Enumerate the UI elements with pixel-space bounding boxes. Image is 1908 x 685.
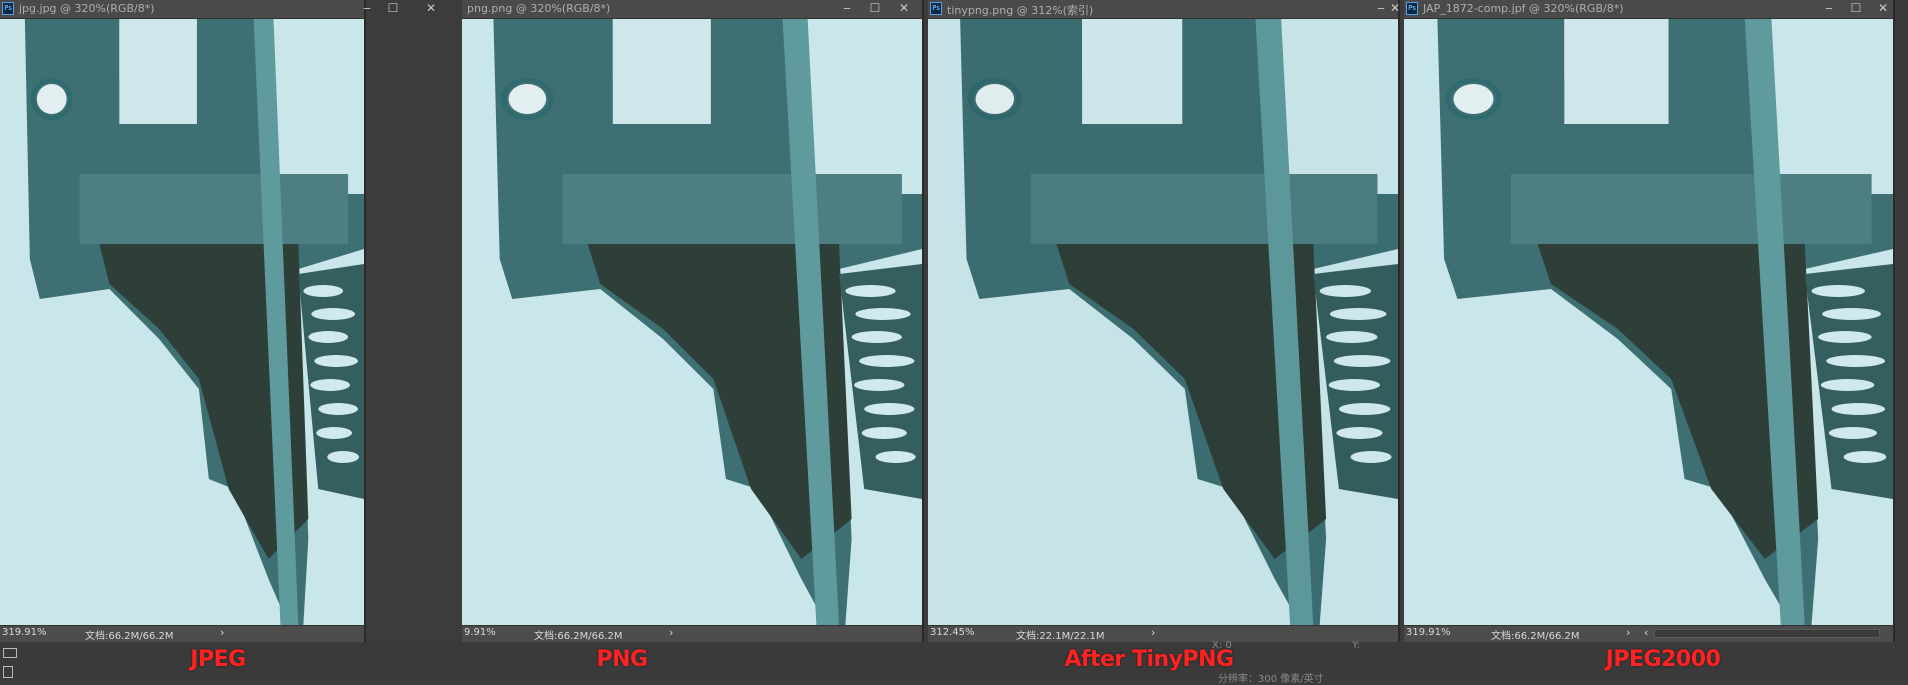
document-size: 文档:66.2M/66.2M <box>534 631 623 642</box>
document-window-tinypng[interactable]: Ps tinypng.png @ 312%(索引) ‒ ✕ 312.45% 文档… <box>928 0 1400 642</box>
zoom-level[interactable]: 319.91% <box>2 627 47 638</box>
scroll-left-arrow[interactable]: ‹ <box>1644 626 1648 639</box>
status-menu-arrow[interactable]: › <box>1626 626 1630 639</box>
status-menu-arrow[interactable]: › <box>1151 626 1155 639</box>
minimize-button[interactable]: ‒ <box>1817 0 1841 18</box>
close-button[interactable]: ✕ <box>1871 0 1895 18</box>
zoom-level[interactable]: 319.91% <box>1406 627 1451 638</box>
status-menu-arrow[interactable]: › <box>220 626 224 639</box>
quick-mask-icon[interactable] <box>3 666 13 678</box>
zoomed-photo-png <box>462 19 922 625</box>
image-canvas[interactable] <box>928 19 1398 625</box>
document-title: png.png @ 320%(RGB/8*) <box>467 2 611 15</box>
photoshop-icon: Ps <box>2 2 14 15</box>
status-bar: 319.91% 文档:66.2M/66.2M › ‹ <box>1404 625 1893 642</box>
document-title: JAP_1872-comp.jpf @ 320%(RGB/8*) <box>1423 2 1624 15</box>
maximize-button[interactable]: ☐ <box>1844 0 1868 18</box>
maximize-button[interactable]: ☐ <box>863 0 887 18</box>
close-button[interactable]: ✕ <box>892 0 916 18</box>
panel-dock-edge <box>1895 0 1908 642</box>
minimize-button[interactable]: ‒ <box>355 0 379 18</box>
photoshop-icon: Ps <box>930 2 942 15</box>
zoom-level[interactable]: 9.91% <box>464 627 496 638</box>
image-canvas[interactable] <box>462 19 922 625</box>
maximize-button[interactable]: ☐ <box>381 0 405 18</box>
minimize-button[interactable]: ‒ <box>835 0 859 18</box>
document-size: 文档:66.2M/66.2M <box>1491 631 1580 642</box>
document-window-jpeg[interactable]: Ps jpg.jpg @ 320%(RGB/8*) ‒ ☐ ✕ 319.91% … <box>0 0 436 642</box>
image-canvas[interactable] <box>1404 19 1893 625</box>
title-bar[interactable]: Ps jpg.jpg @ 320%(RGB/8*) ‒ ☐ ✕ <box>0 0 436 19</box>
title-bar[interactable]: Ps tinypng.png @ 312%(索引) ‒ ✕ <box>928 0 1400 19</box>
info-y-readout: Y: <box>1352 640 1361 651</box>
horizontal-scrollbar[interactable] <box>1654 629 1880 638</box>
document-window-png[interactable]: png.png @ 320%(RGB/8*) ‒ ☐ ✕ 9.91% 文档:66… <box>462 0 924 642</box>
status-bar: 312.45% 文档:22.1M/22.1M › <box>928 625 1398 642</box>
screen-mode-icon[interactable] <box>3 648 17 658</box>
caption-jpeg2000: JPEG2000 <box>1605 647 1721 672</box>
document-size: 文档:22.1M/22.1M <box>1016 631 1105 642</box>
document-title: jpg.jpg @ 320%(RGB/8*) <box>19 2 155 15</box>
zoom-level[interactable]: 312.45% <box>930 627 975 638</box>
zoomed-photo-jpeg2000 <box>1404 19 1893 625</box>
caption-jpeg: JPEG <box>190 647 246 672</box>
close-button[interactable]: ✕ <box>1390 0 1400 18</box>
title-bar[interactable]: png.png @ 320%(RGB/8*) ‒ ☐ ✕ <box>462 0 922 19</box>
zoomed-photo-tinypng <box>928 19 1398 625</box>
document-size: 文档:66.2M/66.2M <box>85 631 174 642</box>
close-button[interactable]: ✕ <box>419 0 443 18</box>
title-bar[interactable]: Ps JAP_1872-comp.jpf @ 320%(RGB/8*) ‒ ☐ … <box>1404 0 1893 19</box>
resolution-readout: 分辨率：300 像素/英寸 <box>1218 674 1324 685</box>
zoomed-photo-jpeg <box>0 19 364 625</box>
status-bar: 319.91% 文档:66.2M/66.2M › <box>0 625 364 642</box>
caption-png: PNG <box>596 647 648 672</box>
status-menu-arrow[interactable]: › <box>669 626 673 639</box>
status-bar: 9.91% 文档:66.2M/66.2M › <box>462 625 922 642</box>
caption-tinypng: After TinyPNG <box>1064 647 1234 672</box>
document-window-jpeg2000[interactable]: Ps JAP_1872-comp.jpf @ 320%(RGB/8*) ‒ ☐ … <box>1404 0 1895 642</box>
photoshop-icon: Ps <box>1406 2 1418 15</box>
image-canvas[interactable] <box>0 19 364 625</box>
document-title: tinypng.png @ 312%(索引) <box>947 4 1094 17</box>
